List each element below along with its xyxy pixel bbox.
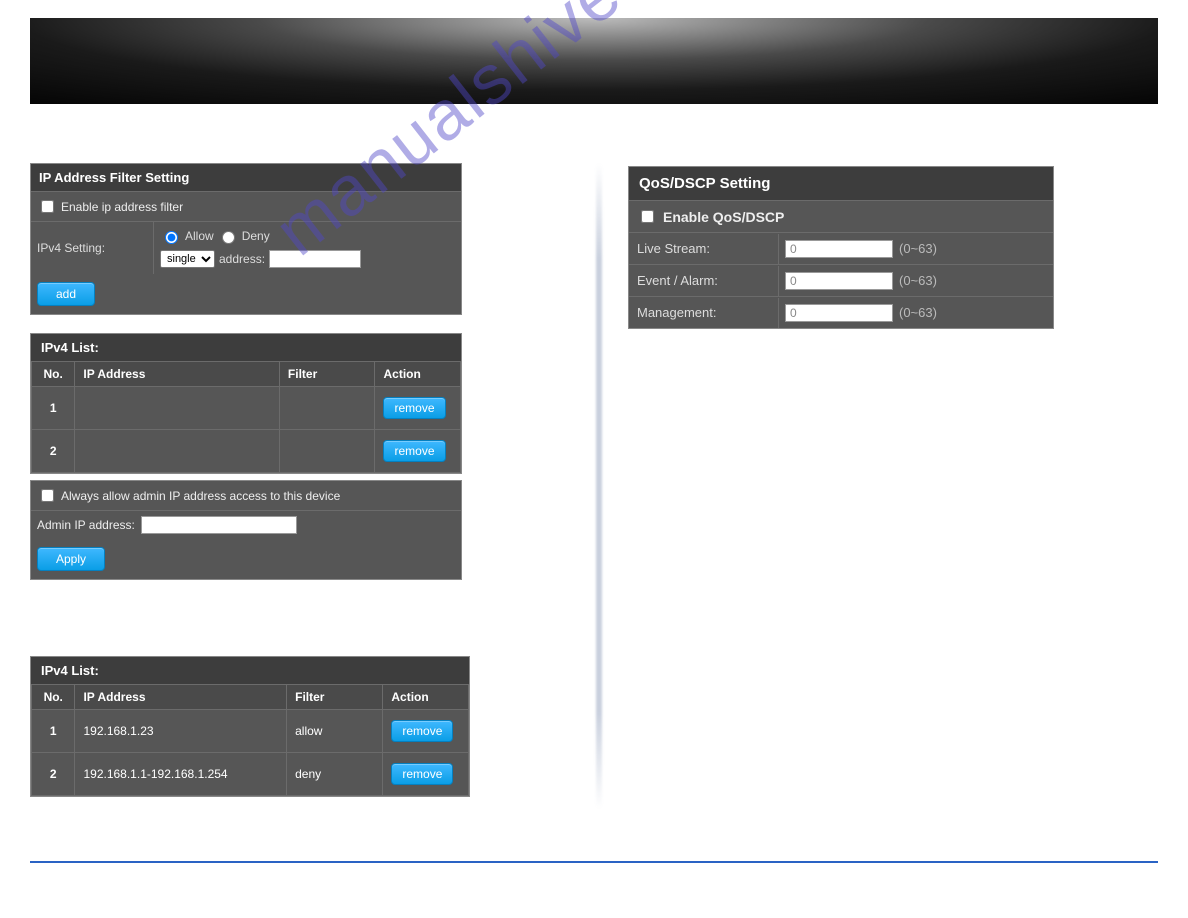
row-ip: 192.168.1.23	[75, 710, 287, 753]
allow-radio[interactable]	[165, 231, 178, 244]
range-hint: (0~63)	[899, 305, 937, 320]
col-filter-header: Filter	[287, 685, 383, 710]
col-action-header: Action	[383, 685, 469, 710]
row-no: 1	[32, 387, 75, 430]
row-ip: 192.168.1.1-192.168.1.254	[75, 753, 287, 796]
enable-ip-filter-label: Enable ip address filter	[61, 200, 183, 214]
range-hint: (0~63)	[899, 241, 937, 256]
management-input[interactable]	[785, 304, 893, 322]
ip-filter-panel: IP Address Filter Setting Enable ip addr…	[30, 163, 462, 315]
event-alarm-input[interactable]	[785, 272, 893, 290]
table-row: 2 remove	[32, 430, 461, 473]
ip-filter-title: IP Address Filter Setting	[31, 164, 461, 191]
live-stream-label: Live Stream:	[629, 233, 778, 264]
row-no: 2	[32, 753, 75, 796]
ipv4-list2-panel: IPv4 List: No. IP Address Filter Action …	[30, 656, 470, 797]
remove-button[interactable]: remove	[383, 440, 445, 462]
admin-ip-label: Admin IP address:	[37, 518, 135, 532]
col-filter-header: Filter	[279, 362, 375, 387]
enable-ip-filter-checkbox[interactable]	[41, 200, 54, 213]
row-filter: deny	[287, 753, 383, 796]
mode-select[interactable]: single	[160, 250, 215, 268]
apply-button[interactable]: Apply	[37, 547, 105, 571]
management-label: Management:	[629, 297, 778, 328]
table-row: 1 remove	[32, 387, 461, 430]
row-filter: allow	[287, 710, 383, 753]
ipv4-list2-title: IPv4 List:	[31, 657, 469, 684]
admin-ip-panel: Always allow admin IP address access to …	[30, 480, 462, 580]
row-no: 1	[32, 710, 75, 753]
table-row: 2 192.168.1.1-192.168.1.254 deny remove	[32, 753, 469, 796]
remove-button[interactable]: remove	[383, 397, 445, 419]
ipv4-list-panel: IPv4 List: No. IP Address Filter Action …	[30, 333, 462, 474]
table-row: 1 192.168.1.23 allow remove	[32, 710, 469, 753]
deny-radio[interactable]	[222, 231, 235, 244]
address-label: address:	[219, 252, 265, 266]
col-ip-header: IP Address	[75, 685, 287, 710]
row-no: 2	[32, 430, 75, 473]
col-action-header: Action	[375, 362, 461, 387]
row-filter	[279, 387, 375, 430]
add-button[interactable]: add	[37, 282, 95, 306]
row-ip	[75, 430, 280, 473]
col-no-header: No.	[32, 685, 75, 710]
bottom-divider	[30, 861, 1158, 863]
enable-qos-checkbox[interactable]	[641, 210, 654, 223]
row-filter	[279, 430, 375, 473]
remove-button[interactable]: remove	[391, 720, 453, 742]
enable-qos-label: Enable QoS/DSCP	[663, 209, 784, 225]
allow-label: Allow	[185, 229, 214, 243]
col-no-header: No.	[32, 362, 75, 387]
address-input[interactable]	[269, 250, 361, 268]
row-ip	[75, 387, 280, 430]
ipv4-list-title: IPv4 List:	[31, 334, 461, 361]
header-banner	[30, 18, 1158, 104]
live-stream-input[interactable]	[785, 240, 893, 258]
qos-title: QoS/DSCP Setting	[629, 167, 1053, 200]
always-allow-label: Always allow admin IP address access to …	[61, 489, 340, 503]
col-ip-header: IP Address	[75, 362, 280, 387]
admin-ip-input[interactable]	[141, 516, 297, 534]
event-alarm-label: Event / Alarm:	[629, 265, 778, 296]
deny-label: Deny	[242, 229, 270, 243]
always-allow-checkbox[interactable]	[41, 489, 54, 502]
remove-button[interactable]: remove	[391, 763, 453, 785]
ipv4-setting-label: IPv4 Setting:	[31, 235, 153, 261]
range-hint: (0~63)	[899, 273, 937, 288]
qos-panel: QoS/DSCP Setting Enable QoS/DSCP Live St…	[628, 166, 1054, 329]
column-separator	[596, 163, 602, 809]
